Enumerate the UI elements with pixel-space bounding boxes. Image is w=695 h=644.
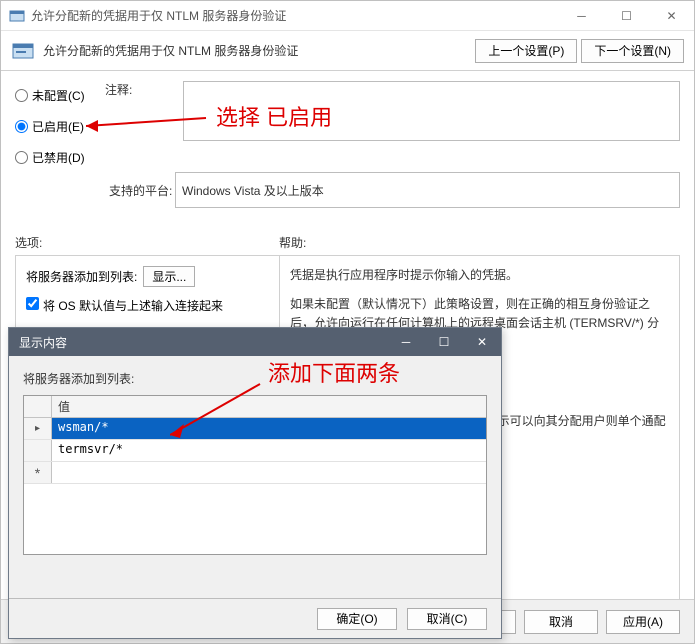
dialog-ok-button[interactable]: 确定(O) [317,608,397,630]
close-button[interactable]: ✕ [649,1,694,30]
radio-enabled[interactable]: 已启用(E) [15,118,105,135]
radio-not-configured-input[interactable] [15,89,28,102]
platform-value-box: Windows Vista 及以上版本 [175,172,680,208]
radio-disabled-input[interactable] [15,151,28,164]
grid-cell[interactable]: termsvr/* [52,440,486,461]
grid-row[interactable]: termsvr/* [24,440,486,462]
dialog-maximize-button[interactable]: ☐ [425,328,463,356]
concat-checkbox-row[interactable]: 将 OS 默认值与上述输入连接起来 [26,297,269,314]
row-indicator [24,440,52,461]
dialog-cancel-button[interactable]: 取消(C) [407,608,487,630]
comment-textarea[interactable] [183,81,680,141]
radio-label: 已启用(E) [32,118,84,135]
grid-cell[interactable] [52,462,486,483]
dialog-label: 将服务器添加到列表: [23,370,487,387]
maximize-button[interactable]: ☐ [604,1,649,30]
row-indicator-icon [24,418,52,439]
header-title: 允许分配新的凭据用于仅 NTLM 服务器身份验证 [43,42,471,59]
window-title: 允许分配新的凭据用于仅 NTLM 服务器身份验证 [31,7,559,24]
header-row: 允许分配新的凭据用于仅 NTLM 服务器身份验证 上一个设置(P) 下一个设置(… [1,31,694,71]
radio-label: 已禁用(D) [32,149,85,166]
show-contents-dialog: 显示内容 ─ ☐ ✕ 将服务器添加到列表: 值 wsman/* termsvr/… [8,327,502,639]
radio-not-configured[interactable]: 未配置(C) [15,87,105,104]
grid-column-header: 值 [52,396,486,417]
policy-icon [11,39,35,63]
platform-label: 支持的平台: [15,182,175,199]
concat-label: 将 OS 默认值与上述输入连接起来 [43,297,223,314]
policy-icon [9,8,25,24]
dialog-minimize-button[interactable]: ─ [387,328,425,356]
next-setting-button[interactable]: 下一个设置(N) [581,39,684,63]
radio-label: 未配置(C) [32,87,85,104]
dialog-title: 显示内容 [19,334,387,351]
apply-button[interactable]: 应用(A) [606,610,680,634]
value-grid[interactable]: 值 wsman/* termsvr/* [23,395,487,555]
radio-disabled[interactable]: 已禁用(D) [15,149,105,166]
options-label: 选项: [15,234,279,251]
radio-enabled-input[interactable] [15,120,28,133]
platform-value: Windows Vista 及以上版本 [182,182,324,199]
grid-new-row[interactable] [24,462,486,484]
grid-corner [24,396,52,417]
concat-checkbox[interactable] [26,297,39,310]
dialog-footer: 确定(O) 取消(C) [9,598,501,638]
prev-setting-button[interactable]: 上一个设置(P) [475,39,577,63]
dialog-close-button[interactable]: ✕ [463,328,501,356]
grid-cell[interactable]: wsman/* [52,418,486,439]
comment-label: 注释: [105,81,175,141]
minimize-button[interactable]: ─ [559,1,604,30]
help-text: 凭据是执行应用程序时提示你输入的凭据。 [290,266,669,285]
add-servers-label: 将服务器添加到列表: [26,268,137,285]
new-row-icon [24,462,52,483]
show-button[interactable]: 显示... [143,266,195,287]
help-label: 帮助: [279,234,306,251]
cancel-button[interactable]: 取消 [524,610,598,634]
dialog-titlebar: 显示内容 ─ ☐ ✕ [9,328,501,356]
titlebar: 允许分配新的凭据用于仅 NTLM 服务器身份验证 ─ ☐ ✕ [1,1,694,31]
grid-row[interactable]: wsman/* [24,418,486,440]
